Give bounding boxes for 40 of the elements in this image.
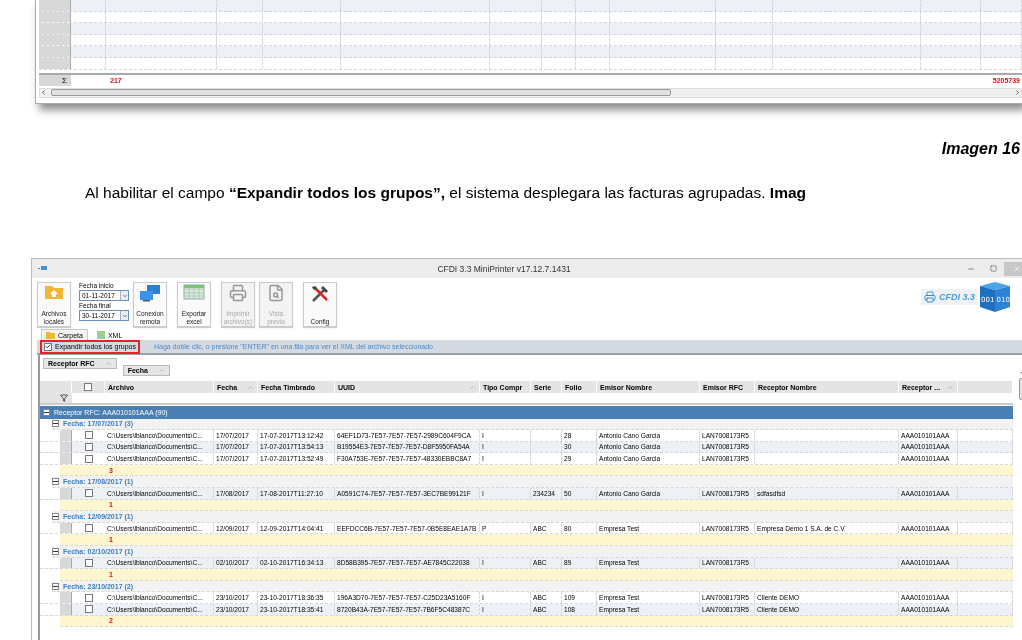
close-icon [1013, 264, 1021, 273]
collapse-toggle[interactable] [52, 420, 59, 428]
scroll-left-icon[interactable] [40, 89, 47, 97]
logo-text: CFDI 3.3 [939, 292, 975, 302]
file-icon [96, 331, 105, 339]
paragraph: Al habilitar el campo “Expandir todos los grupos”, el sistema desplegara las facturas agrupadas. Imag [85, 184, 808, 202]
row-checkbox[interactable] [84, 454, 93, 463]
sum-symbol: Σ [39, 74, 71, 86]
scroll-right-icon[interactable] [1014, 89, 1021, 97]
app-icon [38, 265, 48, 272]
row-checkbox[interactable] [84, 524, 93, 533]
dropdown-icon [121, 292, 128, 299]
printer-icon [924, 291, 936, 303]
cube-drawing [980, 282, 1010, 312]
row-checkbox[interactable] [84, 605, 93, 614]
collapse-toggle[interactable] [52, 478, 59, 486]
horizontal-scrollbar[interactable] [39, 87, 1022, 98]
row-checkbox[interactable] [84, 443, 93, 451]
document-search-icon [267, 284, 285, 302]
monitors-icon [139, 284, 161, 302]
dropdown-icon [121, 312, 128, 319]
checkbox[interactable] [44, 342, 52, 351]
window-title: CFDI 3.3 MiniPrinter v17.12.7.1431 [436, 263, 572, 274]
collapse-toggle[interactable] [43, 408, 50, 416]
printer-icon [229, 284, 247, 302]
row-checkbox[interactable] [84, 431, 93, 440]
maximize-icon [989, 265, 997, 272]
row-checkbox[interactable] [84, 489, 93, 498]
filter-icon[interactable] [60, 394, 68, 402]
row-header[interactable] [60, 441, 72, 453]
collapse-toggle[interactable] [52, 547, 59, 555]
spreadsheet-icon [183, 284, 205, 300]
figure-caption: Imagen 16 [940, 140, 1021, 158]
collapse-toggle[interactable] [52, 513, 59, 521]
row-checkbox[interactable] [84, 558, 93, 567]
folder-icon [44, 284, 64, 300]
collapse-toggle[interactable] [52, 582, 59, 590]
tools-icon [310, 284, 330, 304]
row-checkbox[interactable] [84, 593, 93, 602]
select-all-checkbox[interactable] [84, 383, 92, 391]
